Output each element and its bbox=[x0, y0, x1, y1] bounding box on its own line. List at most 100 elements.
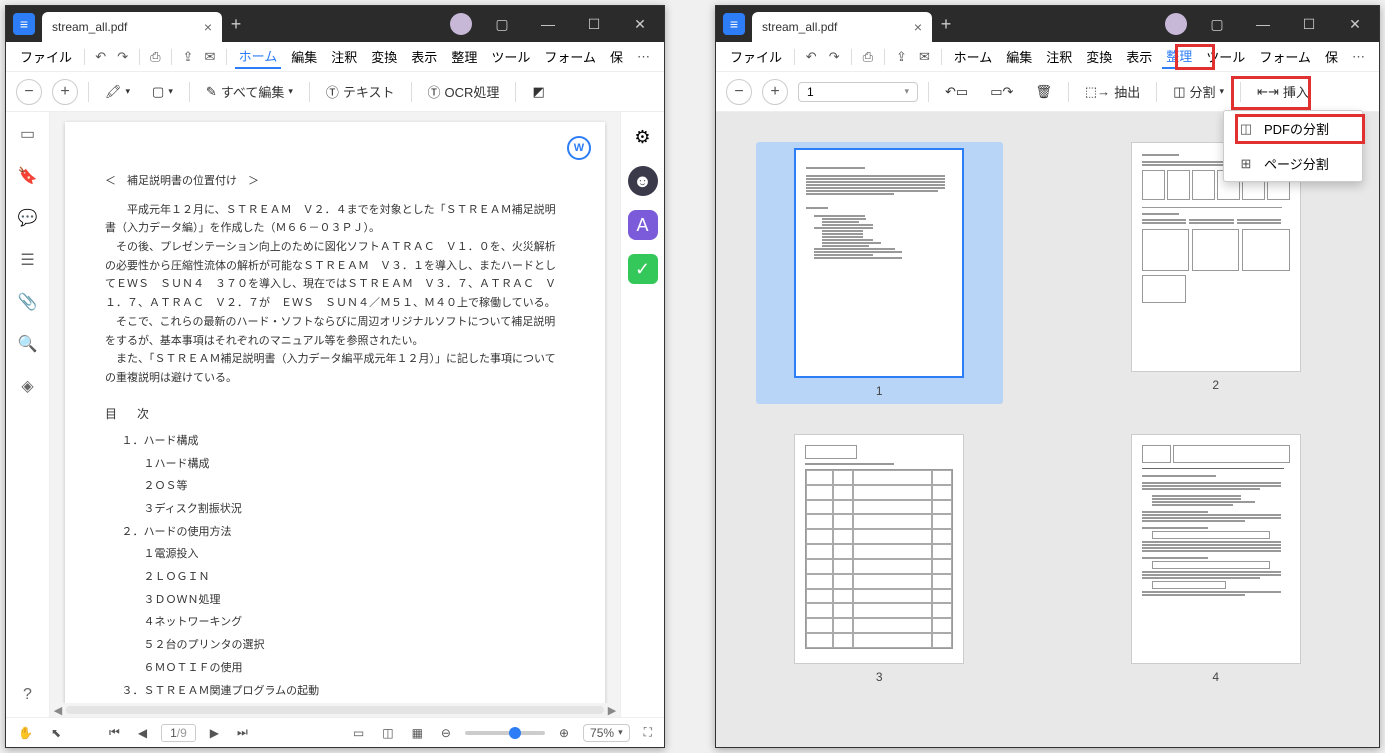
zoom-percent-select[interactable]: 75%▾ bbox=[583, 724, 630, 742]
horizontal-scrollbar[interactable]: ◀ ▶ bbox=[50, 703, 620, 717]
edit-all-tool[interactable]: ✎ すべて編集▾ bbox=[200, 78, 299, 105]
minimize-button[interactable]: — bbox=[532, 6, 564, 42]
crop-tool[interactable]: ◩ bbox=[526, 80, 550, 104]
menu-file[interactable]: ファイル bbox=[726, 45, 786, 68]
menu-overflow[interactable]: ⋯ bbox=[1348, 49, 1369, 65]
text-tool[interactable]: Ⓣ テキスト bbox=[320, 78, 401, 105]
thumbnail-grid[interactable]: 1 bbox=[716, 112, 1379, 747]
bookmark-panel-icon[interactable]: 🔖 bbox=[16, 164, 40, 188]
print-icon[interactable]: ⎙ bbox=[147, 45, 163, 69]
menu-form[interactable]: フォーム bbox=[540, 45, 600, 68]
menu-view[interactable]: 表示 bbox=[1122, 45, 1156, 68]
word-export-badge[interactable]: W bbox=[567, 136, 591, 160]
menu-annotate[interactable]: 注釈 bbox=[1042, 45, 1076, 68]
mail-icon[interactable]: ✉ bbox=[916, 45, 933, 69]
new-tab-button[interactable]: + bbox=[932, 14, 960, 35]
page-thumb-1[interactable]: 1 bbox=[756, 142, 1003, 404]
page-thumb-4[interactable]: 4 bbox=[1093, 434, 1340, 684]
checkmark-app-icon[interactable]: ✓ bbox=[628, 254, 658, 284]
menu-form[interactable]: フォーム bbox=[1255, 45, 1315, 68]
shape-tool[interactable]: ▢▾ bbox=[146, 80, 179, 104]
menu-home[interactable]: ホーム bbox=[950, 45, 997, 68]
user-avatar[interactable] bbox=[1165, 13, 1187, 35]
feedback-icon[interactable]: ▢ bbox=[1201, 6, 1233, 42]
menu-overflow[interactable]: ⋯ bbox=[633, 49, 654, 65]
page-selector[interactable]: 1▾ bbox=[798, 82, 918, 102]
menu-tool[interactable]: ツール bbox=[1202, 45, 1249, 68]
delete-page-button[interactable]: 🗑 bbox=[1029, 80, 1058, 104]
page-thumb-3[interactable]: 3 bbox=[756, 434, 1003, 684]
close-button[interactable]: ✕ bbox=[1339, 6, 1371, 42]
page-input[interactable]: 1/9 bbox=[161, 724, 196, 742]
rotate-left-button[interactable]: ↶▭ bbox=[939, 80, 974, 104]
undo-icon[interactable]: ↶ bbox=[803, 45, 820, 69]
print-icon[interactable]: ⎙ bbox=[859, 45, 876, 69]
fullscreen-icon[interactable]: ⛶ bbox=[640, 723, 656, 742]
menu-home[interactable]: ホーム bbox=[235, 44, 282, 69]
maximize-button[interactable]: ☐ bbox=[1293, 6, 1325, 42]
rotate-right-button[interactable]: ▭↷ bbox=[984, 80, 1019, 104]
document-viewport[interactable]: W ＜ 補足説明書の位置付け ＞ 平成元年１２月に、ＳＴＲＥＡＭ Ｖ２．４までを… bbox=[50, 112, 620, 717]
next-page-icon[interactable]: ▶ bbox=[206, 724, 223, 742]
menu-view[interactable]: 表示 bbox=[407, 45, 441, 68]
view-mode-3-icon[interactable]: ▦ bbox=[408, 724, 427, 742]
minimize-button[interactable]: — bbox=[1247, 6, 1279, 42]
thumbnail-panel-icon[interactable]: ▭ bbox=[16, 122, 40, 146]
extract-button[interactable]: ⬚→ 抽出 bbox=[1079, 78, 1146, 105]
redo-icon[interactable]: ↷ bbox=[826, 45, 843, 69]
maximize-button[interactable]: ☐ bbox=[578, 6, 610, 42]
app-a-icon[interactable]: A bbox=[628, 210, 658, 240]
menu-tool[interactable]: ツール bbox=[487, 45, 534, 68]
zoom-in-icon[interactable]: ⊕ bbox=[555, 724, 573, 742]
menu-file[interactable]: ファイル bbox=[16, 45, 76, 68]
new-tab-button[interactable]: + bbox=[222, 14, 250, 35]
document-tab[interactable]: stream_all.pdf × bbox=[42, 12, 222, 42]
zoom-in-button[interactable]: + bbox=[52, 79, 78, 105]
user-avatar[interactable] bbox=[450, 13, 472, 35]
hand-tool-icon[interactable]: ✋ bbox=[14, 724, 37, 742]
list-panel-icon[interactable]: ☰ bbox=[16, 248, 40, 272]
last-page-icon[interactable]: ⏭ bbox=[233, 723, 252, 742]
menu-more-partial[interactable]: 保 bbox=[606, 45, 627, 68]
share-icon[interactable]: ⇪ bbox=[180, 45, 196, 69]
menu-edit[interactable]: 編集 bbox=[1002, 45, 1036, 68]
highlighter-tool[interactable]: 🖍▾ bbox=[99, 80, 136, 104]
redo-icon[interactable]: ↷ bbox=[115, 45, 131, 69]
zoom-in-button[interactable]: + bbox=[762, 79, 788, 105]
menu-convert[interactable]: 変換 bbox=[367, 45, 401, 68]
ocr-tool[interactable]: Ⓣ OCR処理 bbox=[422, 78, 506, 105]
view-mode-2-icon[interactable]: ◫ bbox=[378, 724, 397, 742]
search-panel-icon[interactable]: 🔍 bbox=[16, 332, 40, 356]
scroll-left-icon[interactable]: ◀ bbox=[50, 704, 66, 717]
help-icon[interactable]: ? bbox=[16, 683, 40, 707]
menu-organize[interactable]: 整理 bbox=[447, 45, 481, 68]
tab-close-icon[interactable]: × bbox=[204, 19, 212, 35]
split-page-item[interactable]: ⊞ ページ分割 bbox=[1224, 146, 1362, 181]
zoom-out-button[interactable]: − bbox=[726, 79, 752, 105]
zoom-slider[interactable] bbox=[465, 731, 545, 735]
close-button[interactable]: ✕ bbox=[624, 6, 656, 42]
menu-annotate[interactable]: 注釈 bbox=[327, 45, 361, 68]
mail-icon[interactable]: ✉ bbox=[202, 45, 218, 69]
prev-page-icon[interactable]: ◀ bbox=[134, 724, 151, 742]
scroll-right-icon[interactable]: ▶ bbox=[604, 704, 620, 717]
zoom-out-icon[interactable]: ⊖ bbox=[437, 724, 455, 742]
menu-edit[interactable]: 編集 bbox=[287, 45, 321, 68]
select-tool-icon[interactable]: ⬉ bbox=[47, 724, 65, 742]
ai-assistant-icon[interactable]: ☻ bbox=[628, 166, 658, 196]
menu-organize[interactable]: 整理 bbox=[1162, 44, 1196, 69]
settings-panel-icon[interactable]: ⚙ bbox=[628, 122, 658, 152]
attachment-panel-icon[interactable]: 📎 bbox=[16, 290, 40, 314]
first-page-icon[interactable]: ⏮ bbox=[105, 723, 124, 742]
menu-convert[interactable]: 変換 bbox=[1082, 45, 1116, 68]
split-pdf-item[interactable]: ◫ PDFの分割 bbox=[1224, 111, 1362, 146]
zoom-out-button[interactable]: − bbox=[16, 79, 42, 105]
feedback-icon[interactable]: ▢ bbox=[486, 6, 518, 42]
split-button[interactable]: ◫ 分割▾ bbox=[1167, 78, 1230, 105]
layers-panel-icon[interactable]: ◈ bbox=[16, 374, 40, 398]
view-mode-1-icon[interactable]: ▭ bbox=[349, 724, 368, 742]
undo-icon[interactable]: ↶ bbox=[93, 45, 109, 69]
menu-more-partial[interactable]: 保 bbox=[1321, 45, 1342, 68]
comment-panel-icon[interactable]: 💬 bbox=[16, 206, 40, 230]
share-icon[interactable]: ⇪ bbox=[893, 45, 910, 69]
